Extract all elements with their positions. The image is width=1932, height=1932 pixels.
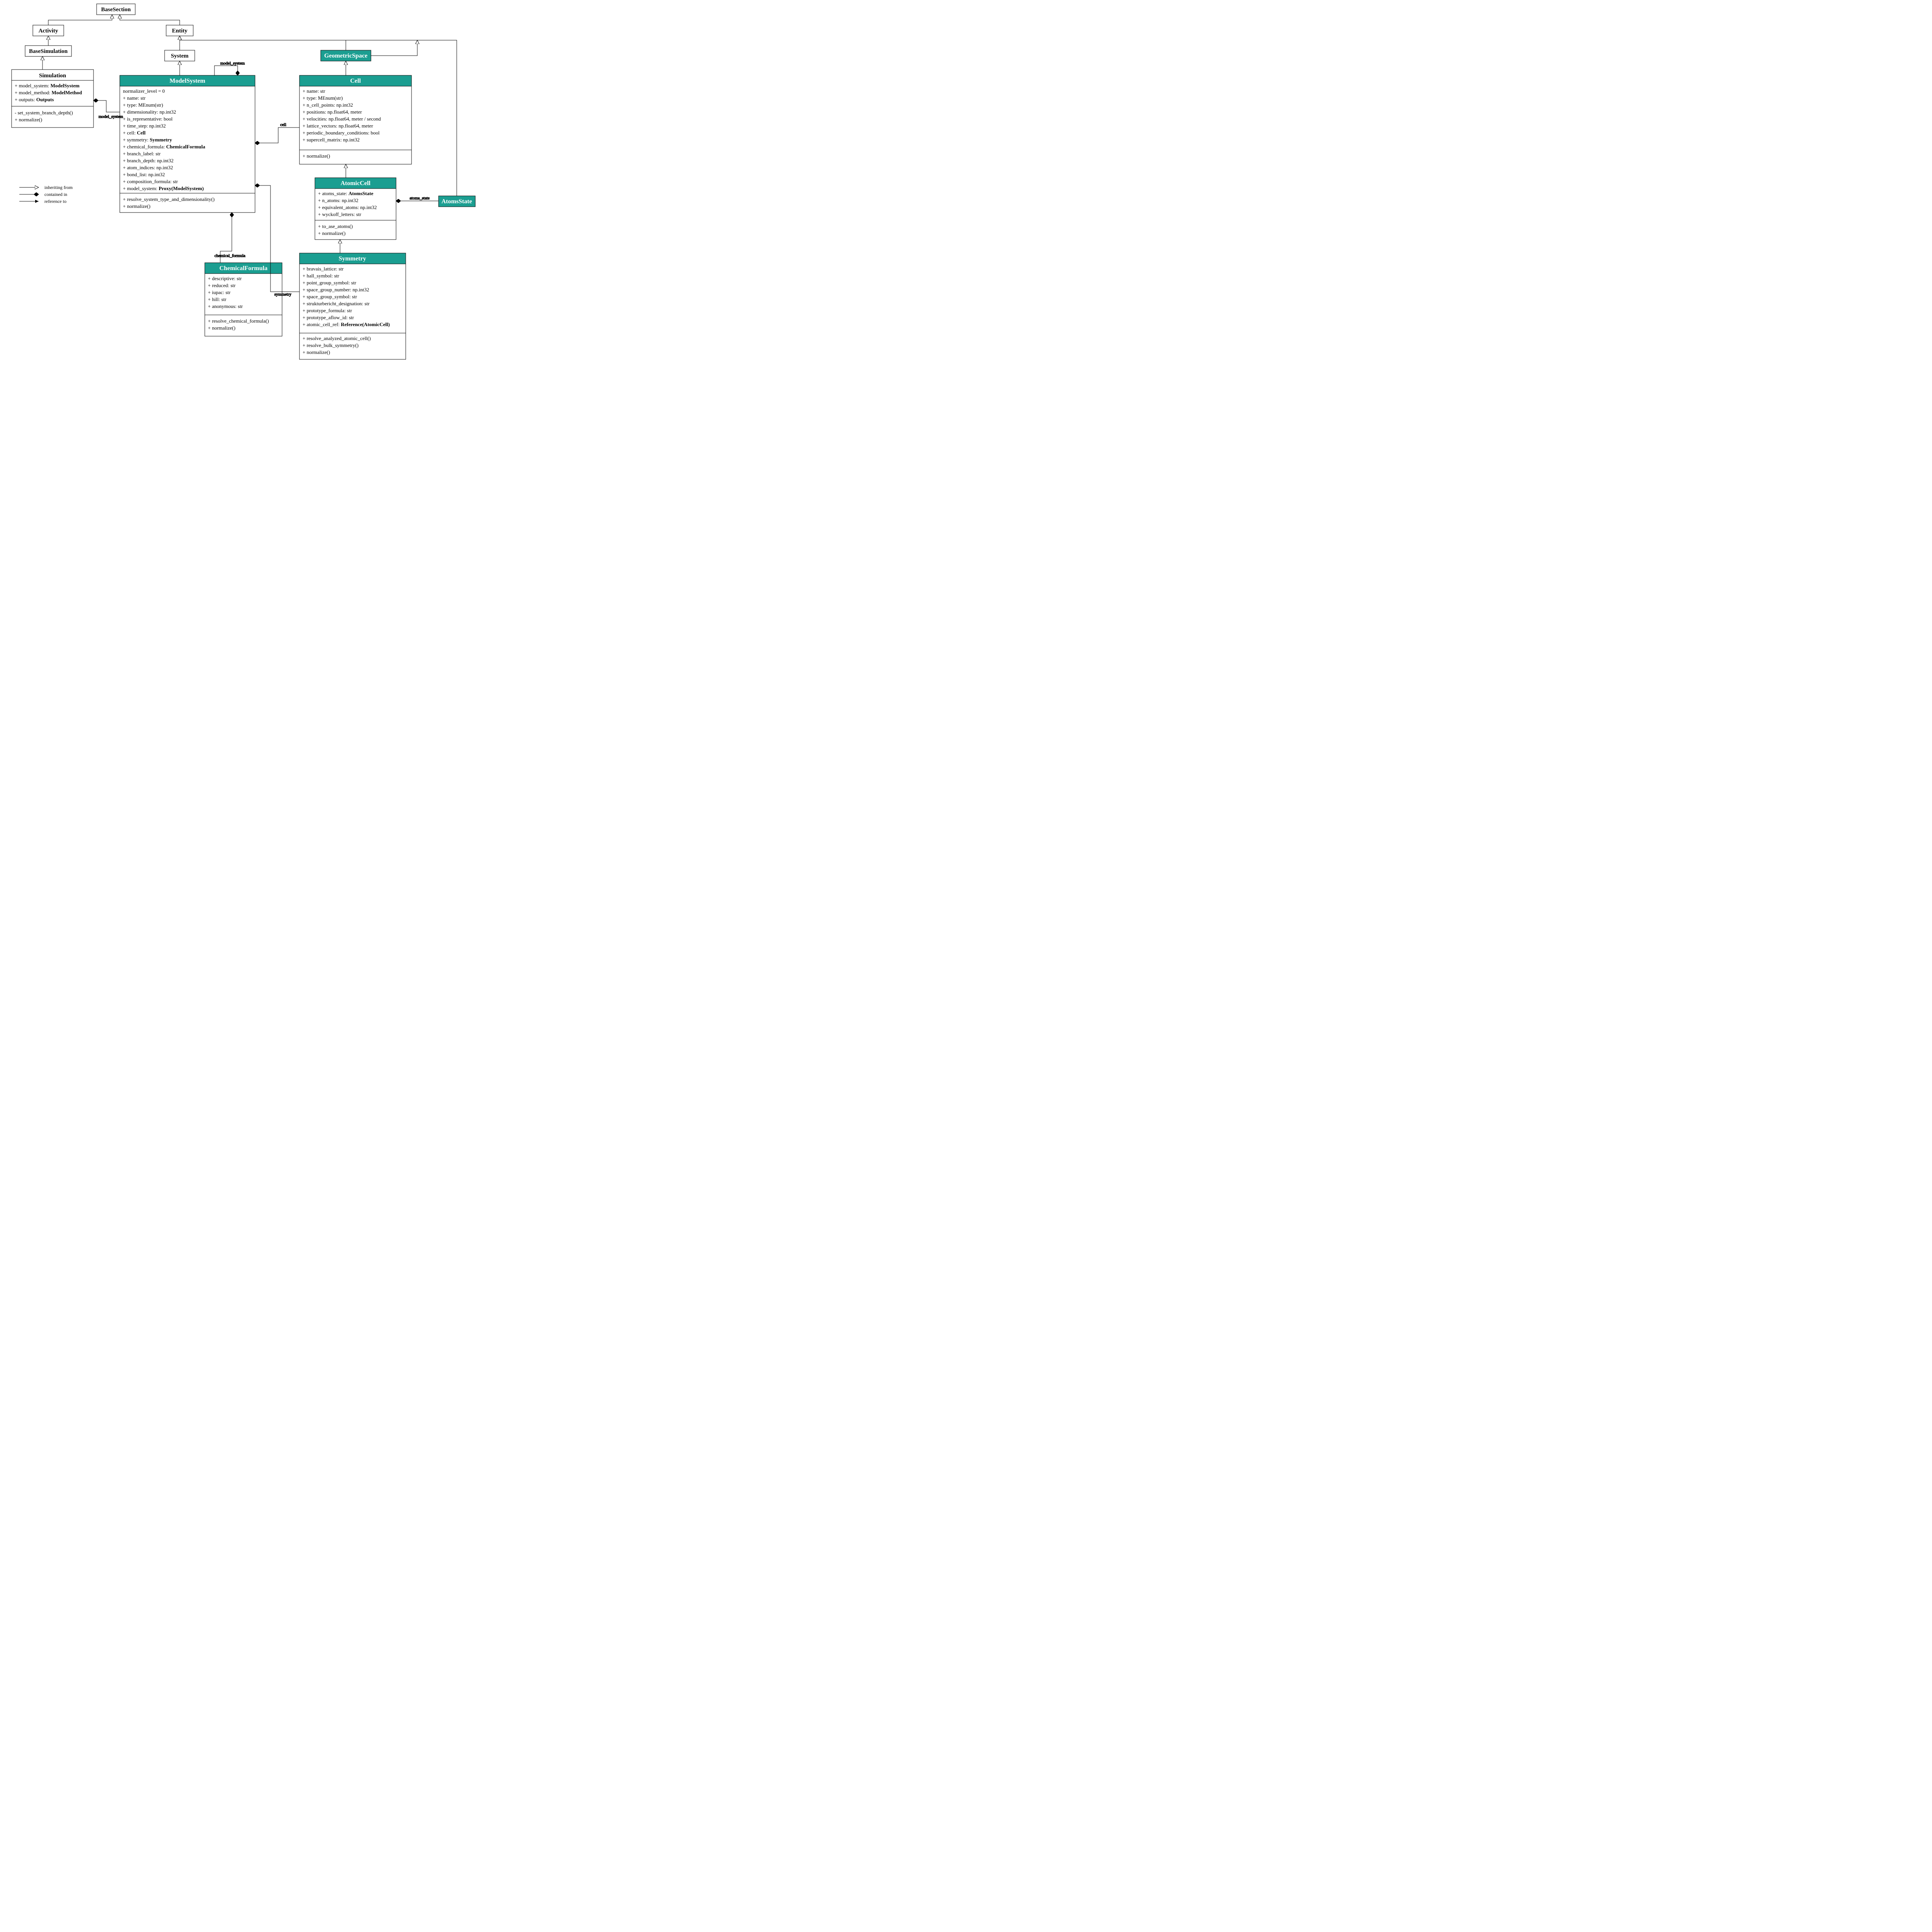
class-activity: Activity xyxy=(33,25,64,36)
svg-text:+ velocities: np.float64, mete: + velocities: np.float64, meter / second xyxy=(303,116,381,122)
svg-text:+ space_group_symbol: str: + space_group_symbol: str xyxy=(303,294,357,299)
svg-text:+ name: str: + name: str xyxy=(123,95,146,101)
svg-text:+ bond_list: np.int32: + bond_list: np.int32 xyxy=(123,172,165,177)
svg-text:+ is_representative: bool: + is_representative: bool xyxy=(123,116,173,122)
svg-text:+ model_system: Proxy(ModelSys: + model_system: Proxy(ModelSystem) xyxy=(123,185,204,191)
svg-text:+ resolve_bulk_symmetry(): + resolve_bulk_symmetry() xyxy=(303,342,359,348)
svg-text:+ normalize(): + normalize() xyxy=(318,230,345,236)
svg-text:Simulation: Simulation xyxy=(39,73,66,79)
svg-text:Cell: Cell xyxy=(350,78,361,84)
svg-text:model_system: model_system xyxy=(99,114,123,119)
svg-text:+ model_system: ModelSystem: + model_system: ModelSystem xyxy=(15,83,80,88)
svg-text:+ normalize(): + normalize() xyxy=(15,117,42,122)
svg-text:contained in: contained in xyxy=(44,192,67,197)
svg-text:+ name: str: + name: str xyxy=(303,88,325,94)
svg-text:System: System xyxy=(171,53,189,59)
svg-text:- set_system_branch_depth(): - set_system_branch_depth() xyxy=(15,110,73,116)
svg-text:+ normalize(): + normalize() xyxy=(303,153,330,159)
svg-text:+ dimensionality: np.int32: + dimensionality: np.int32 xyxy=(123,109,176,115)
svg-text:+ atom_indices: np.int32: + atom_indices: np.int32 xyxy=(123,165,173,170)
class-simulation: Simulation + model_system: ModelSystem +… xyxy=(12,70,94,128)
class-basesimulation: BaseSimulation xyxy=(25,46,71,56)
svg-text:+ equivalent_atoms: np.int32: + equivalent_atoms: np.int32 xyxy=(318,204,377,210)
svg-text:+ model_method: ModelMethod: + model_method: ModelMethod xyxy=(15,90,82,95)
svg-text:+ branch_label: str: + branch_label: str xyxy=(123,151,161,156)
svg-text:+ descriptive: str: + descriptive: str xyxy=(208,276,242,281)
svg-text:+ n_atoms: np.int32: + n_atoms: np.int32 xyxy=(318,197,358,203)
svg-text:+ periodic_boundary_conditions: + periodic_boundary_conditions: bool xyxy=(303,130,380,136)
svg-text:+ atoms_state: AtomsState: + atoms_state: AtomsState xyxy=(318,190,373,196)
class-atomiccell: AtomicCell + atoms_state: AtomsState + n… xyxy=(315,178,396,240)
svg-text:+ wyckoff_letters: str: + wyckoff_letters: str xyxy=(318,211,361,217)
svg-text:+ lattice_vectors: np.float64,: + lattice_vectors: np.float64, meter xyxy=(303,123,373,129)
svg-text:+ normalize(): + normalize() xyxy=(303,349,330,355)
svg-text:+ chemical_formula: ChemicalFo: + chemical_formula: ChemicalFormula xyxy=(123,144,206,150)
svg-text:BaseSection: BaseSection xyxy=(101,7,131,13)
svg-text:+ positions: np.float64, meter: + positions: np.float64, meter xyxy=(303,109,362,115)
svg-text:+ n_cell_points: np.int32: + n_cell_points: np.int32 xyxy=(303,102,353,108)
svg-text:AtomicCell: AtomicCell xyxy=(340,180,371,187)
svg-text:+ time_step: np.int32: + time_step: np.int32 xyxy=(123,123,166,129)
svg-text:+ normalize(): + normalize() xyxy=(208,325,235,331)
class-basesection: BaseSection xyxy=(97,4,135,15)
svg-text:reference to: reference to xyxy=(44,199,66,204)
svg-text:Symmetry: Symmetry xyxy=(338,255,366,262)
svg-text:+ branch_depth: np.int32: + branch_depth: np.int32 xyxy=(123,158,173,163)
svg-text:+ cell: Cell: + cell: Cell xyxy=(123,130,146,136)
class-modelsystem: ModelSystem normalizer_level = 0 + name:… xyxy=(120,75,255,213)
svg-text:+ space_group_number: np.int32: + space_group_number: np.int32 xyxy=(303,287,369,293)
svg-text:+ atomic_cell_ref: Reference(A: + atomic_cell_ref: Reference(AtomicCell) xyxy=(303,321,390,327)
svg-text:+ resolve_chemical_formula(): + resolve_chemical_formula() xyxy=(208,318,269,324)
svg-text:+ strukturbericht_designation:: + strukturbericht_designation: str xyxy=(303,301,370,306)
svg-text:+ normalize(): + normalize() xyxy=(123,203,150,209)
svg-text:normalizer_level = 0: normalizer_level = 0 xyxy=(123,88,165,94)
svg-text:+ prototype_aflow_id: str: + prototype_aflow_id: str xyxy=(303,315,354,320)
svg-text:+ outputs: Outputs: + outputs: Outputs xyxy=(15,97,54,102)
svg-text:+ prototype_formula: str: + prototype_formula: str xyxy=(303,308,352,313)
svg-text:Entity: Entity xyxy=(172,28,188,34)
class-geometricspace: GeometricSpace xyxy=(321,50,371,61)
class-system: System xyxy=(165,50,195,61)
svg-text:model_system: model_system xyxy=(220,61,245,66)
svg-text:+ type: MEnum(str): + type: MEnum(str) xyxy=(303,95,343,101)
svg-text:cell: cell xyxy=(280,122,286,127)
svg-text:+ resolve_system_type_and_dime: + resolve_system_type_and_dimensionality… xyxy=(123,196,214,202)
svg-text:+ hall_symbol: str: + hall_symbol: str xyxy=(303,273,339,279)
svg-text:+ to_ase_atoms(): + to_ase_atoms() xyxy=(318,223,353,229)
svg-text:Activity: Activity xyxy=(39,28,58,34)
svg-text:ModelSystem: ModelSystem xyxy=(170,78,206,84)
svg-text:atoms_state: atoms_state xyxy=(410,196,430,201)
svg-text:AtomsState: AtomsState xyxy=(441,198,472,205)
svg-text:+ point_group_symbol: str: + point_group_symbol: str xyxy=(303,280,356,286)
legend: inheriting from contained in reference t… xyxy=(19,185,73,204)
svg-text:+ composition_formula: str: + composition_formula: str xyxy=(123,179,178,184)
svg-text:inheriting from: inheriting from xyxy=(44,185,73,190)
svg-text:+ anonymous: str: + anonymous: str xyxy=(208,303,243,309)
class-entity: Entity xyxy=(166,25,193,36)
svg-text:ChemicalFormula: ChemicalFormula xyxy=(219,265,267,272)
svg-text:+ type: MEnum(str): + type: MEnum(str) xyxy=(123,102,163,108)
class-cell: Cell + name: str + type: MEnum(str) + n_… xyxy=(299,75,412,164)
svg-text:+ supercell_matrix: np.int32: + supercell_matrix: np.int32 xyxy=(303,137,360,143)
svg-text:+ resolve_analyzed_atomic_cell: + resolve_analyzed_atomic_cell() xyxy=(303,335,371,341)
svg-text:GeometricSpace: GeometricSpace xyxy=(324,53,367,59)
svg-text:BaseSimulation: BaseSimulation xyxy=(29,48,68,54)
svg-text:+ bravais_lattice: str: + bravais_lattice: str xyxy=(303,266,344,272)
svg-text:symmetry: symmetry xyxy=(274,292,291,297)
svg-text:+ hill: str: + hill: str xyxy=(208,296,226,302)
svg-text:+ iupac: str: + iupac: str xyxy=(208,289,231,295)
class-symmetry: Symmetry + bravais_lattice: str + hall_s… xyxy=(299,253,406,359)
class-atomsstate: AtomsState xyxy=(439,196,475,207)
svg-text:chemical_formula: chemical_formula xyxy=(214,253,245,258)
svg-text:+ reduced: str: + reduced: str xyxy=(208,282,236,288)
svg-text:+ symmetry: Symmetry: + symmetry: Symmetry xyxy=(123,137,172,143)
